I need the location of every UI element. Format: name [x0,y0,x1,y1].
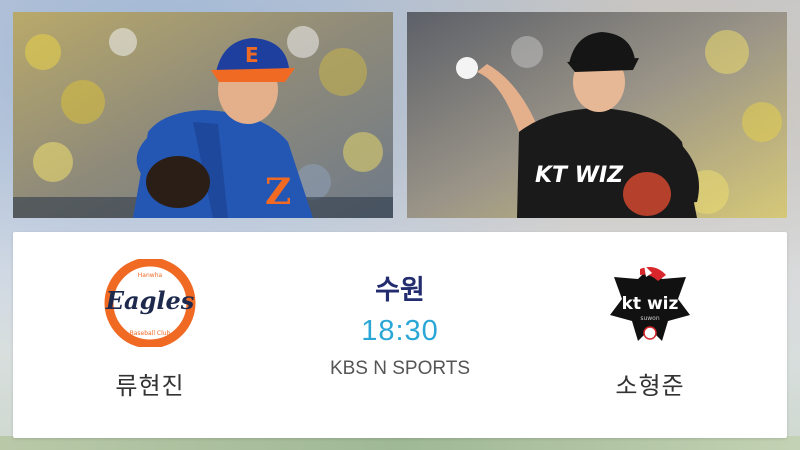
eagles-logo-wordmark: Eagles [105,286,195,315]
kt-wiz-logo-icon: kt wiz suwon [595,258,705,348]
kt-wiz-logo-sub: suwon [640,315,660,322]
home-team[interactable]: Hanwha Eagles Baseball Club 류현진 [55,232,245,438]
matchup-card[interactable]: Hanwha Eagles Baseball Club 류현진 수원 18:30… [13,232,787,438]
game-time: 18:30 [361,315,439,347]
jersey-wordmark: KT WIZ [535,163,624,188]
away-pitcher-name: 소형준 [615,372,685,400]
home-pitcher-name: 류현진 [115,372,185,400]
eagles-logo-icon: Hanwha Eagles Baseball Club [95,258,205,348]
broadcaster-label: KBS N SPORTS [329,358,471,379]
kt-wiz-logo-wordmark: kt wiz [622,294,679,314]
away-team[interactable]: kt wiz suwon 소형준 [555,232,745,438]
cap-logo: E [245,43,259,67]
venue-label: 수원 [375,275,425,306]
eagles-logo-arc-bottom: Baseball Club [130,330,171,337]
game-info: 수원 18:30 KBS N SPORTS [273,232,527,438]
away-pitcher-photo: KT WIZ [407,12,787,218]
bottom-strip [0,436,800,450]
eagles-logo-arc-top: Hanwha [138,272,163,279]
home-pitcher-photo: E Z [13,12,393,218]
jersey-logo: Z [265,171,291,213]
